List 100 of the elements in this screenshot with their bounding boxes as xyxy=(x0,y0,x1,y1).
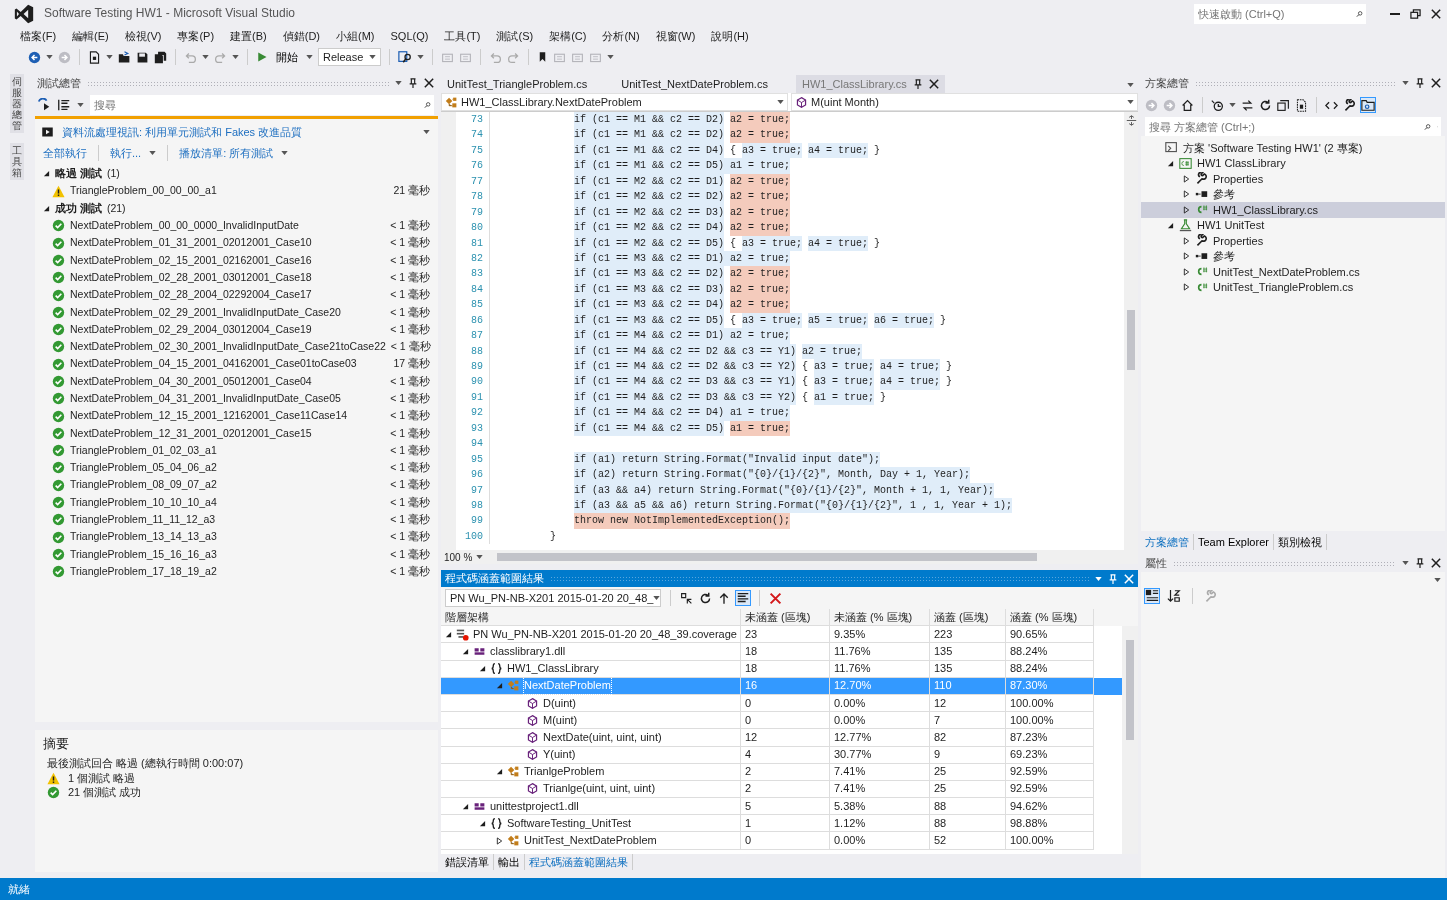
side-tab[interactable]: 伺服器總管 xyxy=(9,74,24,133)
new-project-icon[interactable] xyxy=(88,50,101,64)
up-arrow-icon[interactable] xyxy=(718,591,730,605)
home-icon[interactable] xyxy=(1181,98,1194,112)
highlight-icon[interactable] xyxy=(736,591,750,605)
test-name[interactable]: TriangleProblem_08_09_07_a2 xyxy=(70,478,386,493)
pin-icon[interactable] xyxy=(1415,558,1425,568)
categorized-icon[interactable] xyxy=(1145,589,1159,603)
caret-icon[interactable] xyxy=(306,55,313,59)
open-file-icon[interactable] xyxy=(118,50,131,64)
caret-icon[interactable] xyxy=(46,55,53,59)
member-dropdown[interactable]: M(uint Month) xyxy=(791,93,1138,111)
tree-item[interactable]: 參考 xyxy=(1141,186,1445,202)
table-row[interactable]: D(uint) 0 0.00% 12 100.00% xyxy=(441,694,1122,713)
run-selector[interactable]: PN Wu_PN-NB-X201 2015-01-20 20_48_ xyxy=(445,589,661,607)
find-in-files-icon[interactable] xyxy=(398,50,413,64)
test-name[interactable]: NextDateProblem_02_28_2004_02292004_Case17 xyxy=(70,288,386,302)
close-icon[interactable] xyxy=(1431,78,1441,88)
pin-icon[interactable] xyxy=(912,79,923,89)
caret-icon[interactable] xyxy=(1229,103,1236,107)
menu-item[interactable]: 視窗(W) xyxy=(647,28,704,44)
collapse-arrow-icon[interactable] xyxy=(1183,283,1190,292)
expand-arrow-icon[interactable] xyxy=(479,819,486,827)
close-icon[interactable] xyxy=(928,79,939,89)
menu-item[interactable]: 分析(N) xyxy=(594,28,648,44)
menu-item[interactable]: 小組(M) xyxy=(328,28,383,44)
collapse-all-icon[interactable] xyxy=(1277,98,1290,112)
wrench-icon[interactable] xyxy=(1343,98,1356,112)
refresh-icon[interactable] xyxy=(699,591,712,605)
action-link[interactable]: 執行... xyxy=(110,146,142,161)
table-row[interactable]: NextDate(uint, uint, uint) 12 12.77% 82 87.23% xyxy=(441,729,1122,747)
caret-icon[interactable] xyxy=(607,55,615,59)
pin-icon[interactable] xyxy=(408,78,418,88)
test-name[interactable]: NextDateProblem_01_31_2001_02012001_Case10 xyxy=(70,236,386,250)
tree-item[interactable]: Properties xyxy=(1141,233,1445,249)
menu-item[interactable]: SQL(Q) xyxy=(382,28,437,44)
preview-icon[interactable] xyxy=(1361,98,1375,112)
collapse-arrow-icon[interactable] xyxy=(1183,236,1190,245)
back-icon[interactable] xyxy=(28,50,41,64)
node-label[interactable]: SoftwareTesting_UnitTest xyxy=(507,814,632,832)
caret-icon[interactable] xyxy=(77,103,84,107)
panel-tab[interactable]: 類別檢視 xyxy=(1273,534,1327,550)
menu-item[interactable]: 建置(B) xyxy=(222,28,275,44)
caret-icon[interactable] xyxy=(149,151,157,156)
history-icon[interactable] xyxy=(1211,98,1224,112)
caret-icon[interactable] xyxy=(106,55,113,59)
editor-tab[interactable]: UnitTest_NextDateProblem.cs xyxy=(615,75,774,93)
table-row[interactable]: HW1_ClassLibrary 18 11.76% 135 88.24% xyxy=(441,660,1122,678)
editor-tab[interactable]: UnitTest_TriangleProblem.cs xyxy=(441,75,594,93)
table-row[interactable]: Y(uint) 4 30.77% 9 69.23% xyxy=(441,746,1122,764)
save-icon[interactable] xyxy=(136,50,149,64)
expand-arrow-icon[interactable] xyxy=(496,682,503,690)
expand-arrow-icon[interactable] xyxy=(43,170,50,178)
tree-item[interactable]: HW1_ClassLibrary.cs xyxy=(1141,202,1445,218)
scrollbar-thumb[interactable] xyxy=(1126,640,1134,741)
scrollbar-thumb[interactable] xyxy=(497,553,1038,561)
expand-arrow-icon[interactable] xyxy=(496,768,503,776)
column-header[interactable]: 階層架構 xyxy=(441,609,741,627)
test-name[interactable]: NextDateProblem_12_15_2001_12162001_Case11Case14 xyxy=(70,409,386,423)
expand-arrow-icon[interactable] xyxy=(445,630,452,638)
caret-icon[interactable] xyxy=(1402,81,1409,85)
node-label[interactable]: NextDate(uint, uint, uint) xyxy=(543,728,662,746)
collapse-arrow-icon[interactable] xyxy=(1183,267,1190,276)
save-all-icon[interactable] xyxy=(154,50,167,64)
zoom-level[interactable]: 100 % xyxy=(441,550,473,564)
action-link[interactable]: 播放清單: 所有測試 xyxy=(179,146,274,161)
test-name[interactable]: TriangleProblem_13_14_13_a3 xyxy=(70,530,386,544)
menu-item[interactable]: 說明(H) xyxy=(703,28,757,44)
test-name[interactable]: NextDateProblem_02_15_2001_02162001_Case16 xyxy=(70,253,386,268)
table-row[interactable]: unittestproject1.dll 5 5.38% 88 94.62% xyxy=(441,798,1122,816)
node-label[interactable]: Y(uint) xyxy=(543,746,576,764)
column-header[interactable]: 未涵蓋 (% 區塊) xyxy=(830,609,930,627)
type-dropdown[interactable]: HW1_ClassLibrary.NextDateProblem xyxy=(441,93,788,111)
test-name[interactable]: TriangleProblem_10_10_10_a4 xyxy=(70,495,386,510)
node-label[interactable]: PN Wu_PN-NB-X201 2015-01-20 20_48_39.coverage xyxy=(473,626,737,643)
test-name[interactable]: NextDateProblem_04_15_2001_04162001_Case01toCase03 xyxy=(70,357,389,372)
split-icon[interactable] xyxy=(1125,115,1137,126)
expand-arrow-icon[interactable] xyxy=(479,665,486,673)
panel-tab[interactable]: 程式碼涵蓋範圍結果 xyxy=(525,854,633,870)
test-name[interactable]: TriangleProblem_17_18_19_a2 xyxy=(70,564,386,579)
tree-item[interactable]: 參考 xyxy=(1141,248,1445,264)
test-name[interactable]: NextDateProblem_04_30_2001_05012001_Case04 xyxy=(70,374,386,389)
group-title[interactable]: 成功 測試 xyxy=(55,201,102,216)
import-icon[interactable] xyxy=(680,591,693,605)
action-link[interactable]: 全部執行 xyxy=(43,146,87,161)
quick-launch-field[interactable]: 快速啟動 (Ctrl+Q) xyxy=(1194,4,1353,24)
test-name[interactable]: NextDateProblem_02_30_2001_InvalidInputDate_Case21toCase22 xyxy=(70,340,386,354)
test-name[interactable]: NextDateProblem_04_31_2001_InvalidInputDate_Case05 xyxy=(70,392,386,406)
close-icon[interactable] xyxy=(1431,9,1441,19)
pin-icon[interactable] xyxy=(1415,78,1425,88)
expand-arrow-icon[interactable] xyxy=(462,647,469,655)
collapse-arrow-icon[interactable] xyxy=(1183,174,1190,183)
expand-arrow-icon[interactable] xyxy=(462,802,469,810)
search-field[interactable]: 搜尋 方案總管 (Ctrl+;) xyxy=(1145,117,1421,137)
test-name[interactable]: NextDateProblem_00_00_0000_InvalidInputDate xyxy=(70,219,386,233)
tree-item[interactable]: HW1 ClassLibrary xyxy=(1141,155,1445,171)
table-row[interactable]: UnitTest_NextDateProblem 0 0.00% 52 100.00% xyxy=(441,832,1122,850)
table-row[interactable]: SoftwareTesting_UnitTest 1 1.12% 88 98.88% xyxy=(441,815,1122,833)
tree-item[interactable]: HW1 UnitTest xyxy=(1141,217,1445,233)
column-header[interactable]: 涵蓋 (% 區塊) xyxy=(1006,609,1094,627)
